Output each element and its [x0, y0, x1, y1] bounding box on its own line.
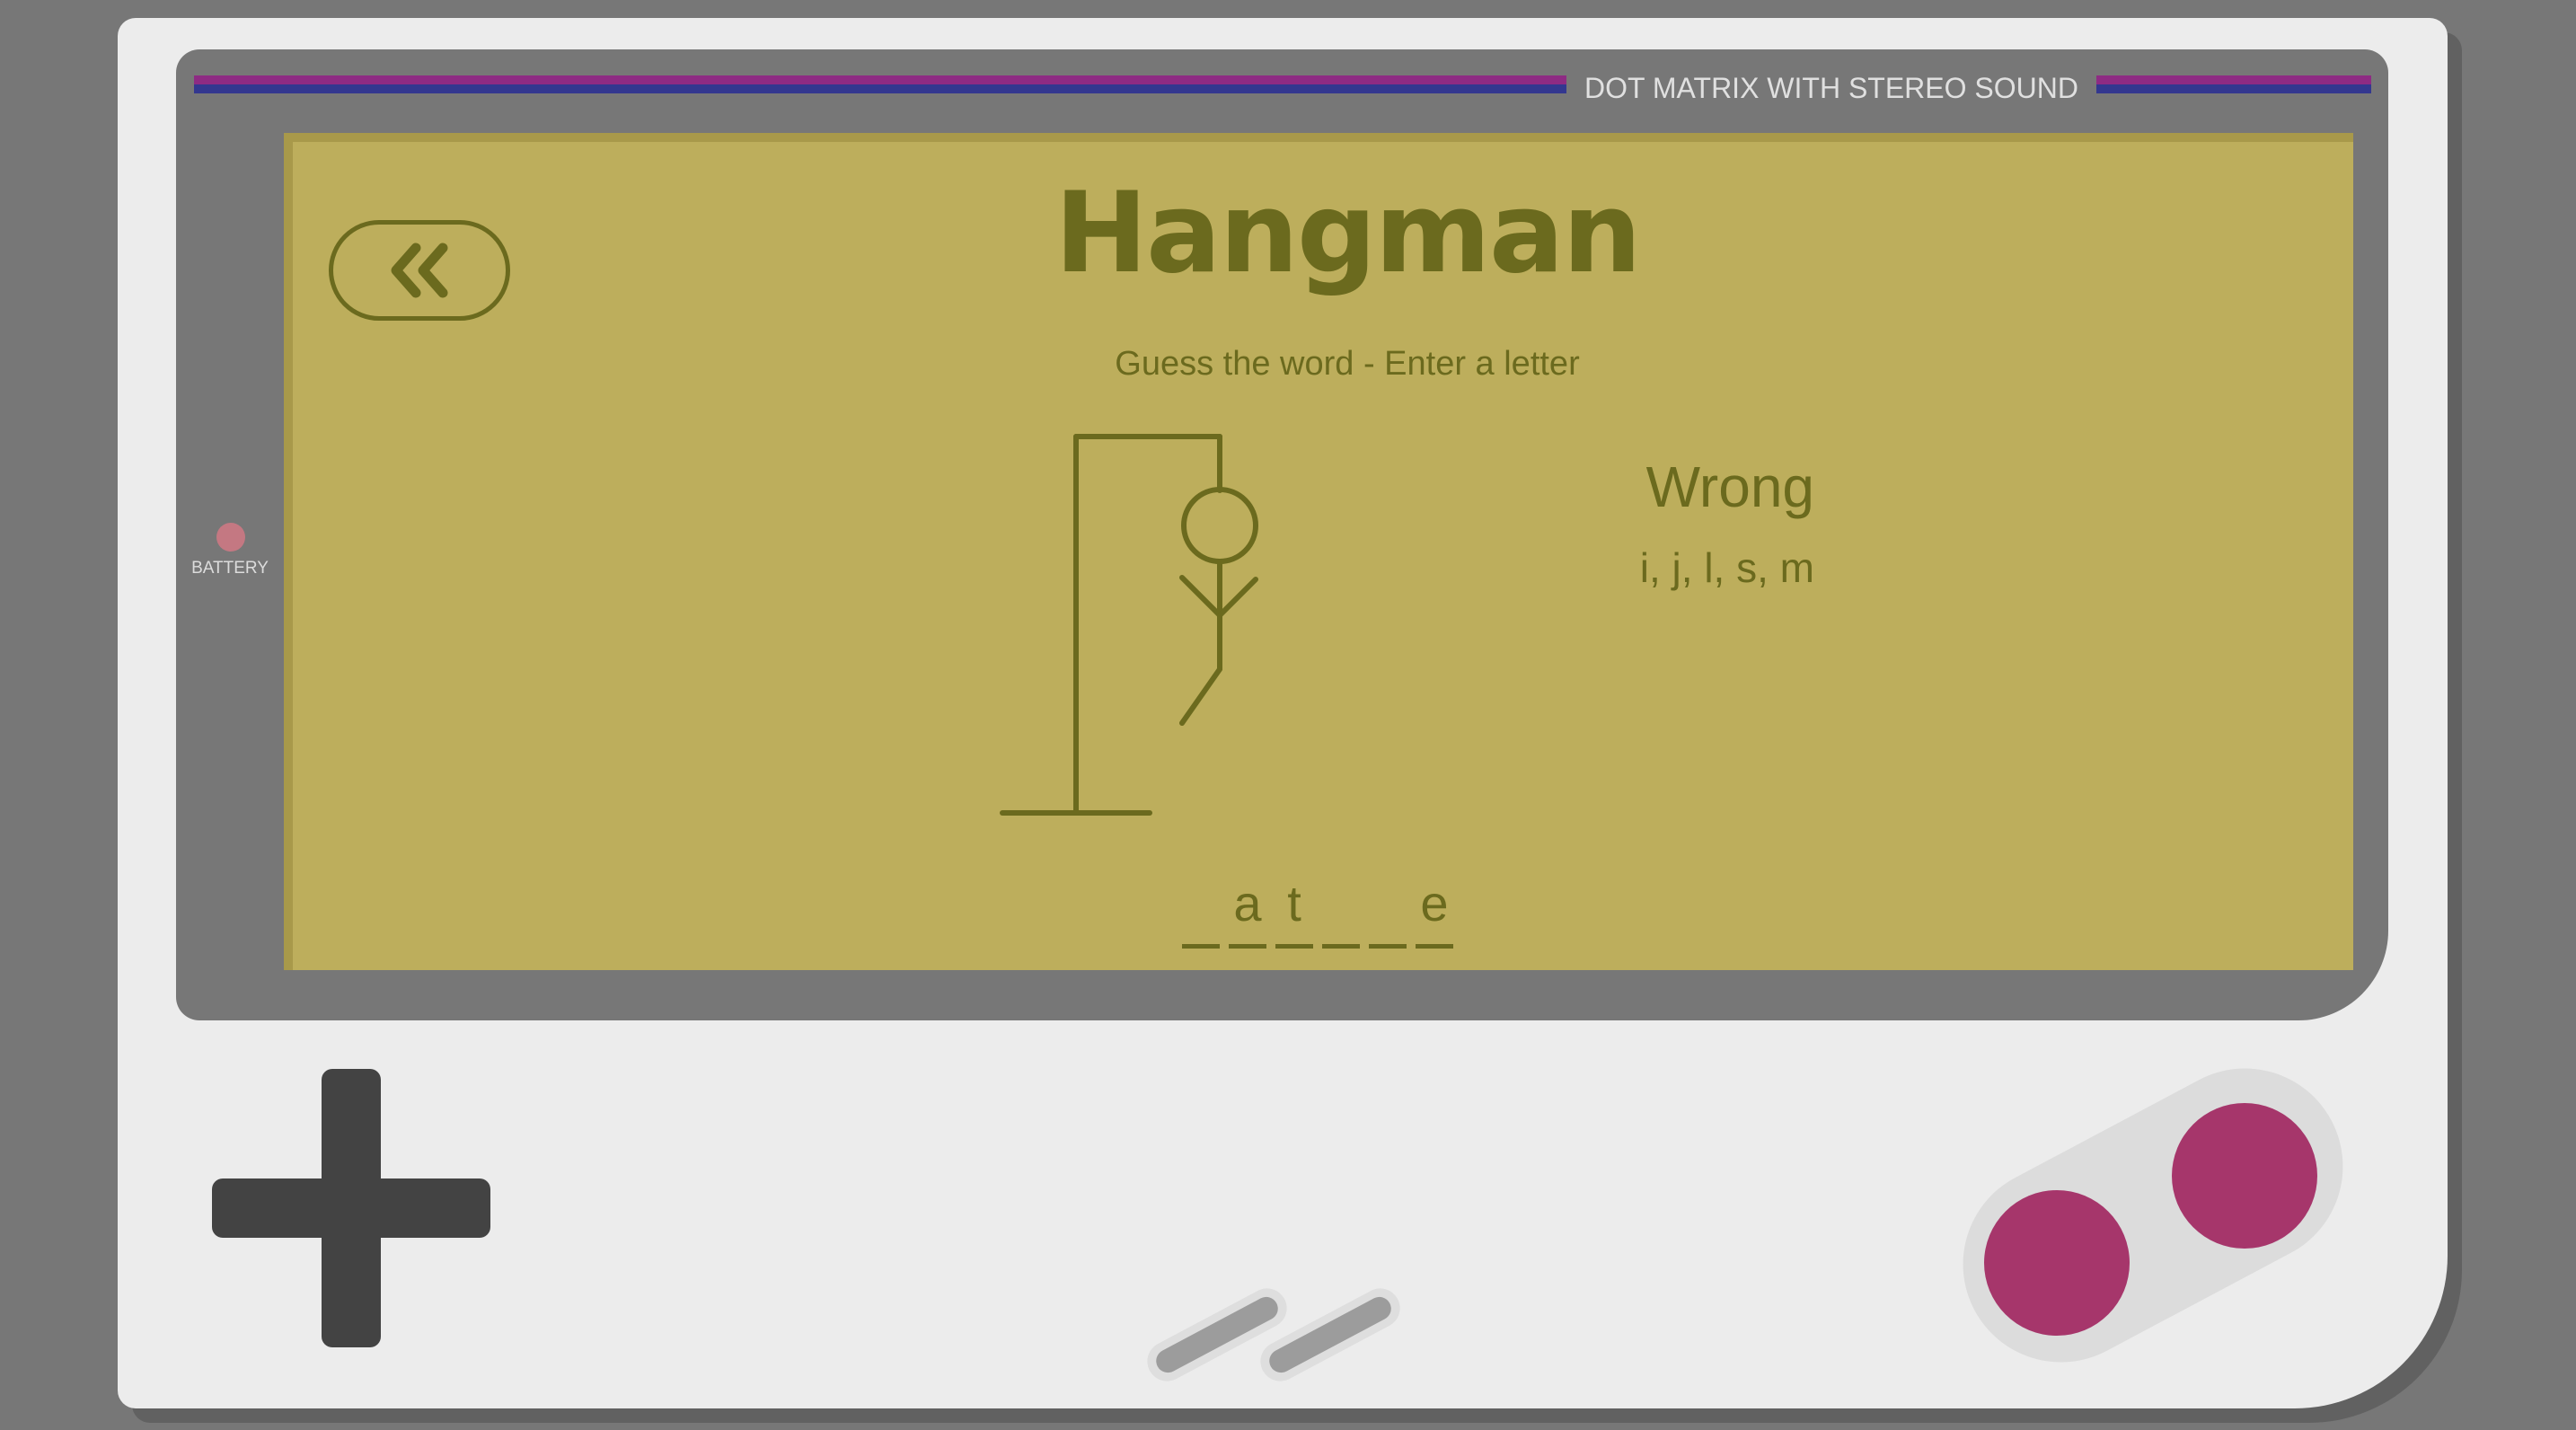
hangman-left-leg	[1179, 666, 1222, 726]
double-chevron-left-icon	[391, 243, 448, 298]
b-button[interactable]	[1984, 1190, 2130, 1336]
back-button[interactable]	[329, 220, 510, 321]
instruction-text: Guess the word - Enter a letter	[1115, 345, 1580, 383]
hangman-right-arm	[1217, 577, 1258, 618]
hangman-left-arm	[1179, 575, 1222, 618]
letter-slot: t	[1275, 869, 1313, 949]
letter-slot	[1182, 869, 1220, 949]
bezel-caption: DOT MATRIX WITH STEREO SOUND	[1584, 72, 2078, 104]
wrong-letters: i, j, l, s, m	[1639, 544, 1814, 591]
dpad-horizontal[interactable]	[212, 1178, 490, 1238]
page-title: Hangman	[1054, 169, 1642, 298]
letter-slot: a	[1229, 869, 1266, 949]
select-start-buttons	[1140, 1281, 1410, 1389]
bezel-stripe-right	[2096, 75, 2371, 93]
word-display: a t e	[1182, 869, 1453, 950]
hangman-head	[1181, 487, 1258, 564]
battery-label: BATTERY	[191, 559, 269, 578]
bezel-stripe-left	[194, 75, 1566, 93]
dpad[interactable]	[212, 1069, 490, 1347]
letter-slot: e	[1416, 869, 1453, 949]
a-button[interactable]	[2172, 1103, 2317, 1249]
letter-slot	[1322, 869, 1360, 949]
hangman-drawing	[1000, 434, 1258, 816]
wrong-label: Wrong	[1645, 455, 1814, 519]
battery-led-icon	[216, 523, 245, 552]
letter-slot	[1369, 869, 1407, 949]
